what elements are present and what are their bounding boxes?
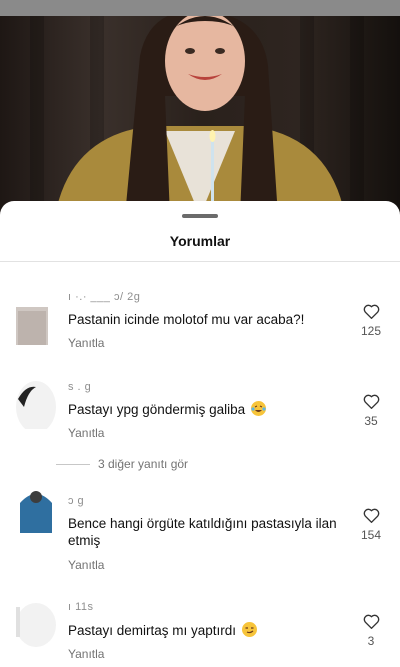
sheet-title: Yorumlar [169, 233, 231, 249]
avatar[interactable] [16, 297, 56, 345]
avatar[interactable] [16, 485, 56, 533]
smirk-emoji-icon [241, 622, 257, 637]
comment-username[interactable]: s . g [68, 381, 91, 393]
avatar[interactable] [16, 381, 56, 429]
comment-text: Bence hangi örgüte katıldığını pastasıyl… [68, 516, 337, 548]
drag-handle[interactable] [182, 214, 218, 218]
heart-outline-icon [356, 614, 386, 629]
heart-outline-icon [356, 508, 386, 523]
comment-username[interactable]: ı 11s [68, 601, 94, 613]
avatar[interactable] [16, 601, 56, 649]
heart-outline-icon [356, 304, 386, 319]
status-bar [0, 0, 400, 16]
header-divider [0, 261, 400, 262]
like-button[interactable]: 125 [356, 304, 386, 338]
comment-text: Pastanin icinde molotof mu var acaba?! [68, 312, 305, 327]
like-count: 3 [367, 634, 375, 648]
comment-text: Pastayı demirtaş mı yaptırdı [68, 622, 348, 639]
heart-outline-icon [356, 394, 386, 409]
reply-button[interactable]: Yanıtla [68, 426, 104, 440]
like-button[interactable]: 154 [356, 508, 386, 542]
video-person-image [55, 16, 345, 216]
like-count: 35 [364, 414, 378, 428]
comments-sheet: Yorumlar ı ·.· ___ ɔ/ 2g Pastanin icinde… [0, 201, 400, 667]
reply-button[interactable]: Yanıtla [68, 336, 104, 350]
like-count: 125 [360, 324, 382, 338]
reply-thread-line [56, 464, 90, 466]
reply-button[interactable]: Yanıtla [68, 647, 104, 661]
comment-username[interactable]: ı ·.· ___ ɔ/ 2g [68, 291, 140, 303]
comment-text: Pastayı ypg göndermiş galiba [68, 401, 348, 418]
like-button[interactable]: 35 [356, 394, 386, 428]
reply-button[interactable]: Yanıtla [68, 558, 104, 572]
laughing-tears-emoji-icon [250, 401, 266, 416]
view-more-replies-button[interactable]: 3 diğer yanıtı gör [56, 457, 188, 471]
like-count: 154 [360, 528, 382, 542]
comment-username[interactable]: ɔ g [68, 495, 84, 507]
video-background [0, 16, 400, 216]
like-button[interactable]: 3 [356, 614, 386, 648]
